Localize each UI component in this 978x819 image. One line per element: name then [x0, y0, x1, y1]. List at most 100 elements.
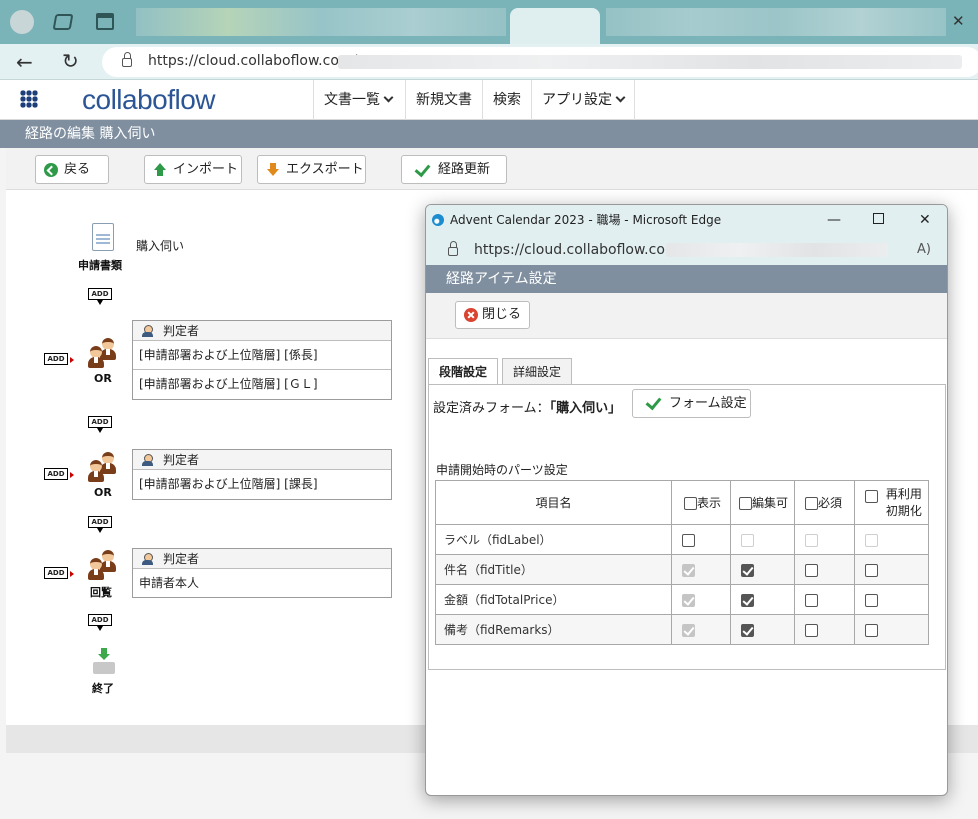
step-approver-row[interactable]: [申請部署および上位階層] [ＧＬ] — [133, 370, 391, 399]
close-window-icon[interactable]: ✕ — [919, 212, 931, 228]
required-all-checkbox[interactable] — [805, 497, 818, 510]
cell-reuse — [854, 554, 929, 585]
nav-app-settings[interactable]: アプリ設定 — [531, 80, 635, 120]
add-parallel-button[interactable]: ADD — [44, 567, 74, 579]
add-label: ADD — [47, 569, 65, 577]
required-checkbox[interactable] — [805, 533, 818, 547]
step-approver-row[interactable]: [申請部署および上位階層] [係長] — [133, 341, 391, 370]
step-approver-row[interactable]: [申請部署および上位階層] [課長] — [133, 470, 391, 499]
active-tab[interactable] — [510, 8, 600, 44]
tab-detail-settings[interactable]: 詳細設定 — [502, 358, 573, 384]
edit-checkbox[interactable] — [741, 623, 754, 637]
tab-stage-settings[interactable]: 段階設定 — [428, 358, 499, 385]
reuse-all-checkbox[interactable] — [865, 489, 878, 503]
nav-label: 文書一覧 — [324, 92, 380, 108]
row-item-name: 備考（fidRemarks） — [435, 614, 672, 645]
show-checkbox[interactable] — [682, 593, 695, 607]
close-button-label: 閉じる — [482, 307, 522, 322]
step-box[interactable]: 判定者 [申請部署および上位階層] [係長] [申請部署および上位階層] [ＧＬ… — [132, 320, 392, 400]
read-aloud-icon[interactable]: A) — [917, 242, 931, 257]
nav-label: アプリ設定 — [542, 92, 612, 108]
check-icon — [646, 396, 660, 410]
tab-actions-icon[interactable] — [96, 13, 114, 30]
cell-show — [671, 584, 731, 615]
step-box[interactable]: 判定者 [申請部署および上位階層] [課長] — [132, 449, 392, 500]
url-text[interactable]: https://cloud.collaboflow.com/ — [148, 53, 357, 69]
lock-icon[interactable] — [122, 52, 132, 67]
popup-url-blurred — [666, 243, 888, 257]
required-checkbox[interactable] — [805, 623, 818, 637]
reload-icon[interactable]: ↻ — [62, 49, 79, 73]
export-button[interactable]: エクスポート — [257, 155, 366, 184]
col-required-label: 必須 — [818, 496, 843, 510]
edit-all-checkbox[interactable] — [739, 497, 752, 510]
reuse-checkbox[interactable] — [865, 593, 878, 607]
approver-group-icon[interactable] — [86, 338, 120, 370]
show-all-checkbox[interactable] — [684, 497, 697, 510]
reuse-checkbox[interactable] — [865, 623, 878, 637]
end-icon[interactable] — [90, 648, 118, 676]
show-checkbox[interactable] — [682, 623, 695, 637]
nav-search[interactable]: 検索 — [482, 80, 531, 120]
edit-checkbox[interactable] — [741, 593, 754, 607]
reuse-checkbox[interactable] — [865, 563, 878, 577]
edit-checkbox[interactable] — [741, 533, 754, 547]
arrow-left-icon[interactable]: ← — [16, 50, 33, 74]
col-required: 必須 — [794, 480, 855, 525]
profile-icon[interactable] — [10, 10, 34, 34]
edit-checkbox[interactable] — [741, 563, 754, 577]
add-parallel-button[interactable]: ADD — [44, 353, 74, 365]
blurred-tabs-right[interactable] — [606, 8, 946, 36]
blurred-tabs[interactable] — [136, 8, 506, 36]
required-checkbox[interactable] — [805, 593, 818, 607]
approver-group-icon[interactable] — [86, 452, 120, 484]
add-step-button[interactable]: ADD — [88, 614, 112, 631]
show-checkbox[interactable] — [682, 563, 695, 577]
cell-edit — [730, 554, 795, 585]
nav-label: 新規文書 — [416, 92, 472, 108]
cell-edit — [730, 524, 795, 555]
table-row: 件名（fidTitle） — [435, 554, 929, 585]
step-type-label: OR — [94, 486, 112, 499]
import-button[interactable]: インポート — [144, 155, 242, 184]
step-approver-row[interactable]: 申請者本人 — [133, 569, 391, 597]
reuse-checkbox[interactable] — [865, 533, 878, 547]
show-checkbox[interactable] — [682, 533, 695, 547]
nav-new-document[interactable]: 新規文書 — [405, 80, 482, 120]
parts-setting-label: 申請開始時のパーツ設定 — [436, 463, 568, 477]
avatar-icon — [142, 325, 153, 337]
import-button-label: インポート — [173, 162, 239, 177]
avatar-icon — [142, 553, 153, 565]
add-step-button[interactable]: ADD — [88, 288, 112, 305]
back-button[interactable]: 戻る — [35, 155, 109, 184]
workspaces-icon[interactable] — [52, 14, 74, 30]
cell-edit — [730, 584, 795, 615]
form-document-icon[interactable] — [92, 223, 114, 251]
lock-icon[interactable] — [448, 241, 458, 256]
minimize-icon[interactable]: — — [827, 212, 841, 228]
close-button[interactable]: 閉じる — [455, 301, 530, 329]
form-setting-caption: 設定済みフォーム： — [433, 401, 550, 416]
popup-url-text[interactable]: https://cloud.collaboflow.com/ — [474, 242, 683, 258]
approver-group-icon[interactable] — [86, 550, 120, 582]
export-button-label: エクスポート — [286, 162, 364, 177]
popup-title-bar[interactable]: Advent Calendar 2023 - 職場 - Microsoft Ed… — [426, 205, 947, 235]
add-label: ADD — [91, 518, 109, 526]
table-row: 備考（fidRemarks） — [435, 614, 929, 645]
nav-document-list[interactable]: 文書一覧 — [313, 80, 402, 120]
maximize-icon[interactable] — [873, 213, 884, 224]
tab-close-icon[interactable]: ✕ — [952, 12, 965, 30]
add-step-button[interactable]: ADD — [88, 416, 112, 433]
form-setting-button-label: フォーム設定 — [669, 396, 747, 411]
form-setting-button[interactable]: フォーム設定 — [632, 389, 751, 418]
col-reuse: 再利用 初期化 — [854, 480, 929, 525]
required-checkbox[interactable] — [805, 563, 818, 577]
add-step-button[interactable]: ADD — [88, 516, 112, 533]
step-box[interactable]: 判定者 申請者本人 — [132, 548, 392, 598]
add-parallel-button[interactable]: ADD — [44, 468, 74, 480]
cell-required — [794, 614, 855, 645]
app-menu-grid-icon[interactable] — [20, 90, 38, 108]
col-reuse-label: 再利用 — [885, 486, 922, 501]
logo[interactable]: collaboflow — [82, 84, 216, 116]
update-route-button[interactable]: 経路更新 — [401, 155, 507, 184]
